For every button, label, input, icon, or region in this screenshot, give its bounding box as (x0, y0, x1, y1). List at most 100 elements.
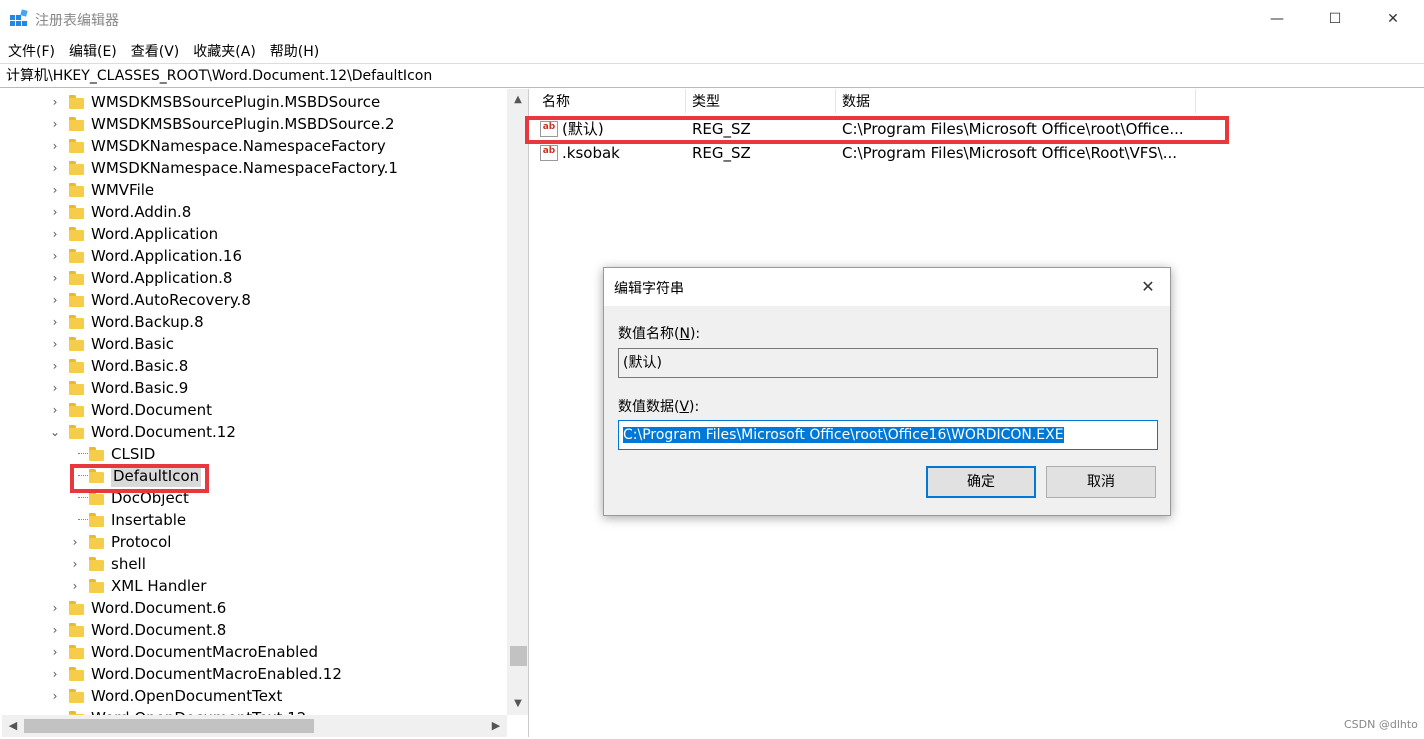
tree-item[interactable]: › shell (2, 553, 507, 575)
chevron-right-icon[interactable]: › (67, 531, 83, 553)
chevron-right-icon[interactable]: › (47, 355, 63, 377)
column-header-type[interactable]: 类型 (686, 89, 836, 113)
tree-item[interactable]: › Word.DocumentMacroEnabled (2, 641, 507, 663)
tree-item[interactable]: › WMVFile (2, 179, 507, 201)
tree-item-label: WMSDKNamespace.NamespaceFactory.1 (91, 159, 398, 177)
folder-icon (69, 667, 84, 681)
tree-item[interactable]: › Word.Addin.8 (2, 201, 507, 223)
title-bar: 注册表编辑器 — ☐ ✕ (0, 0, 1424, 38)
menu-help[interactable]: 帮助(H) (270, 41, 319, 61)
tree-item[interactable]: › Word.Basic (2, 333, 507, 355)
address-bar[interactable]: 计算机\HKEY_CLASSES_ROOT\Word.Document.12\D… (0, 63, 1424, 88)
scroll-right-icon[interactable]: ▶ (487, 715, 505, 737)
chevron-right-icon[interactable]: › (47, 597, 63, 619)
chevron-right-icon[interactable]: › (47, 333, 63, 355)
maximize-button[interactable]: ☐ (1306, 0, 1364, 38)
tree-item[interactable]: › WMSDKMSBSourcePlugin.MSBDSource (2, 91, 507, 113)
folder-icon (69, 139, 84, 153)
window-title: 注册表编辑器 (35, 13, 119, 29)
chevron-right-icon[interactable]: › (47, 135, 63, 157)
folder-icon (69, 117, 84, 131)
chevron-right-icon[interactable]: › (47, 113, 63, 135)
tree-item[interactable]: Insertable (2, 509, 507, 531)
close-button[interactable]: ✕ (1364, 0, 1422, 38)
minimize-button[interactable]: — (1248, 0, 1306, 38)
chevron-right-icon[interactable]: › (47, 91, 63, 113)
menu-favorites[interactable]: 收藏夹(A) (193, 41, 256, 61)
chevron-right-icon[interactable]: › (47, 267, 63, 289)
tree-item[interactable]: › Word.Application.16 (2, 245, 507, 267)
value-row-ksobak[interactable]: ab .ksobak REG_SZ C:\Program Files\Micro… (536, 142, 1236, 164)
tree-item-label: Word.Application (91, 225, 219, 243)
scroll-left-icon[interactable]: ◀ (4, 715, 22, 737)
tree-item-label: Word.OpenDocumentText (91, 687, 283, 705)
folder-icon (69, 623, 84, 637)
value-data-selected-text: C:\Program Files\Microsoft Office\root\O… (623, 427, 1064, 443)
tree-horizontal-scroll-thumb[interactable] (24, 719, 314, 733)
menu-file[interactable]: 文件(F) (8, 41, 55, 61)
tree-vertical-scroll-thumb[interactable] (510, 646, 527, 666)
column-header-data[interactable]: 数据 (836, 89, 1196, 113)
tree-item[interactable]: › Word.AutoRecovery.8 (2, 289, 507, 311)
menu-view[interactable]: 查看(V) (131, 41, 180, 61)
tree-item[interactable]: › WMSDKMSBSourcePlugin.MSBDSource.2 (2, 113, 507, 135)
tree-item-label: Word.Document.8 (91, 621, 227, 639)
chevron-right-icon[interactable]: › (47, 619, 63, 641)
chevron-down-icon[interactable]: ⌄ (47, 421, 63, 443)
tree-item[interactable]: › Word.Document (2, 399, 507, 421)
chevron-right-icon[interactable]: › (47, 377, 63, 399)
chevron-right-icon[interactable]: › (47, 201, 63, 223)
edit-string-dialog: 编辑字符串 ✕ 数值名称(N): (默认) 数值数据(V): C:\Progra… (603, 267, 1171, 516)
tree-horizontal-scrollbar[interactable]: ◀ ▶ (2, 715, 507, 737)
value-name-field[interactable]: (默认) (618, 348, 1158, 378)
value-data-label: 数值数据(V): (618, 399, 700, 415)
chevron-right-icon[interactable]: › (67, 553, 83, 575)
tree-item[interactable]: › WMSDKNamespace.NamespaceFactory.1 (2, 157, 507, 179)
tree-item[interactable]: › Word.Document.8 (2, 619, 507, 641)
folder-icon (69, 315, 84, 329)
folder-icon (69, 601, 84, 615)
chevron-right-icon[interactable]: › (47, 179, 63, 201)
tree-item-label: Word.Document (91, 401, 213, 419)
folder-icon (69, 227, 84, 241)
tree-item[interactable]: › Word.Document.6 (2, 597, 507, 619)
tree-item[interactable]: › Word.DocumentMacroEnabled.12 (2, 663, 507, 685)
chevron-right-icon[interactable]: › (47, 399, 63, 421)
chevron-right-icon[interactable]: › (47, 289, 63, 311)
tree-item-label: WMSDKMSBSourcePlugin.MSBDSource (91, 93, 381, 111)
chevron-right-icon[interactable]: › (47, 641, 63, 663)
tree-item[interactable]: › Word.Basic.9 (2, 377, 507, 399)
scroll-up-icon[interactable]: ▲ (507, 91, 528, 109)
tree-item[interactable]: › Word.OpenDocumentText (2, 685, 507, 707)
chevron-right-icon[interactable]: › (67, 575, 83, 597)
tree-item[interactable]: › WMSDKNamespace.NamespaceFactory (2, 135, 507, 157)
column-header-name[interactable]: 名称 (536, 89, 686, 113)
scroll-down-icon[interactable]: ▼ (507, 695, 528, 713)
menu-edit[interactable]: 编辑(E) (69, 41, 117, 61)
tree-item[interactable]: › Word.Application (2, 223, 507, 245)
tree-item[interactable]: › Word.Basic.8 (2, 355, 507, 377)
tree-item[interactable]: ⌄ Word.Document.12 (2, 421, 507, 443)
tree-item-label: WMVFile (91, 181, 155, 199)
ok-button[interactable]: 确定 (926, 466, 1036, 498)
dialog-close-icon[interactable]: ✕ (1134, 274, 1162, 300)
folder-icon (89, 579, 104, 593)
chevron-right-icon[interactable]: › (47, 157, 63, 179)
tree-item[interactable]: › XML Handler (2, 575, 507, 597)
chevron-right-icon[interactable]: › (47, 245, 63, 267)
tree-item-label: WMSDKNamespace.NamespaceFactory (91, 137, 386, 155)
tree-vertical-scrollbar[interactable]: ▲ ▼ (507, 89, 528, 715)
tree-item-label: Word.Application.8 (91, 269, 233, 287)
chevron-right-icon[interactable]: › (47, 663, 63, 685)
chevron-right-icon[interactable]: › (47, 685, 63, 707)
chevron-right-icon[interactable]: › (47, 223, 63, 245)
tree-item[interactable]: › Protocol (2, 531, 507, 553)
tree-item[interactable]: › Word.Backup.8 (2, 311, 507, 333)
folder-icon (69, 645, 84, 659)
tree-item[interactable]: CLSID (2, 443, 507, 465)
tree-item-label: Word.Document.6 (91, 599, 227, 617)
cancel-button[interactable]: 取消 (1046, 466, 1156, 498)
tree-item[interactable]: › Word.Application.8 (2, 267, 507, 289)
chevron-right-icon[interactable]: › (47, 311, 63, 333)
value-data-input[interactable]: C:\Program Files\Microsoft Office\root\O… (618, 420, 1158, 450)
